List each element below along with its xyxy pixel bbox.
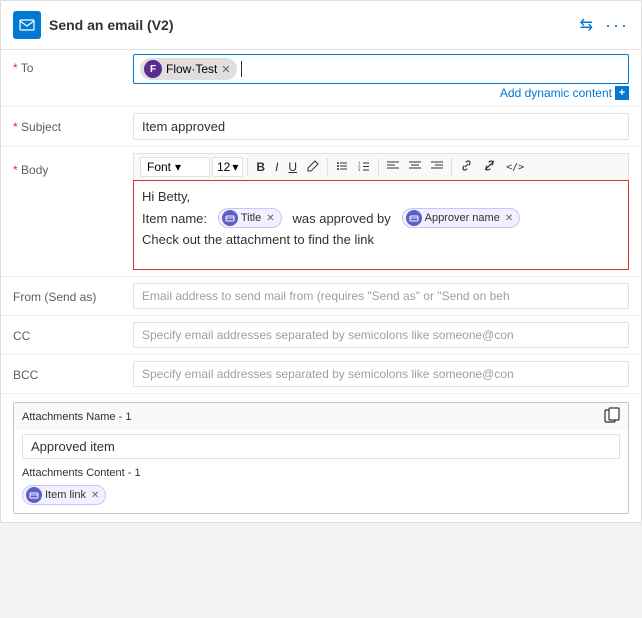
dynamic-content-label: Add dynamic content [500, 86, 612, 100]
card-title: Send an email (V2) [49, 17, 173, 33]
more-options-button[interactable]: ··· [605, 16, 629, 34]
unordered-list-button[interactable] [332, 158, 352, 177]
pen-button[interactable] [303, 158, 323, 177]
item-link-token: Item link ✕ [22, 485, 106, 505]
attachments-section: Attachments Name - 1 Attachments Content… [13, 402, 629, 514]
body-line-1: Hi Betty, [142, 189, 620, 204]
subject-row: Subject [1, 107, 641, 147]
title-token-icon [222, 210, 238, 226]
attachment-name-row [14, 430, 628, 463]
title-token: Title ✕ [218, 208, 282, 228]
title-token-close[interactable]: ✕ [266, 213, 274, 224]
cc-label: CC [13, 322, 133, 343]
cc-row: CC Specify email addresses separated by … [1, 316, 641, 355]
copy-icon[interactable] [604, 407, 620, 426]
cc-field: Specify email addresses separated by sem… [133, 322, 629, 348]
to-input-container[interactable]: F Flow·Test ✕ [133, 54, 629, 84]
dynamic-content-link-row: Add dynamic content + [133, 84, 629, 102]
title-token-label: Title [241, 212, 261, 224]
attachment-header: Attachments Name - 1 [14, 403, 628, 430]
size-label: 12 [217, 160, 230, 174]
align-right-button[interactable] [427, 158, 447, 176]
header-right: ⇆ ··· [580, 15, 629, 35]
from-input[interactable]: Email address to send mail from (require… [133, 283, 629, 309]
to-label-row: To F Flow·Test ✕ Add dynamic content + [13, 54, 629, 102]
font-arrow-icon: ▾ [175, 160, 181, 174]
body-field: Font ▾ 12 ▾ B I U 1.2.3. [133, 153, 629, 270]
to-field: F Flow·Test ✕ Add dynamic content + [133, 54, 629, 102]
bcc-field: Specify email addresses separated by sem… [133, 361, 629, 387]
link-button[interactable] [456, 157, 477, 177]
align-left-button[interactable] [383, 158, 403, 176]
subject-input[interactable] [133, 113, 629, 140]
font-selector[interactable]: Font ▾ [140, 157, 210, 177]
attachment-content-row: Item link ✕ [14, 481, 628, 513]
approver-token-icon [406, 210, 422, 226]
italic-button[interactable]: I [271, 158, 282, 176]
bold-button[interactable]: B [252, 158, 269, 176]
body-line-2: Item name: Title ✕ was approved by [142, 208, 620, 228]
subject-field [133, 113, 629, 140]
from-label: From (Send as) [13, 283, 133, 304]
toolbar-separator-3 [378, 158, 379, 176]
ordered-list-button[interactable]: 1.2.3. [354, 158, 374, 177]
body-label: Body [13, 153, 133, 177]
item-name-text: Item name: [142, 211, 207, 226]
item-link-token-icon [26, 487, 42, 503]
approver-token-label: Approver name [425, 212, 500, 224]
cc-input[interactable]: Specify email addresses separated by sem… [133, 322, 629, 348]
body-row: Body Font ▾ 12 ▾ B I U [1, 147, 641, 277]
body-toolbar: Font ▾ 12 ▾ B I U 1.2.3. [133, 153, 629, 180]
toolbar-separator-1 [247, 158, 248, 176]
bcc-input[interactable]: Specify email addresses separated by sem… [133, 361, 629, 387]
svg-text:3.: 3. [358, 167, 361, 172]
toolbar-separator-4 [451, 158, 452, 176]
bcc-row: BCC Specify email addresses separated by… [1, 355, 641, 394]
approver-token-close[interactable]: ✕ [505, 213, 513, 224]
attachment-name-input[interactable] [22, 434, 620, 459]
approved-by-text: was approved by [292, 211, 390, 226]
body-line-3: Check out the attachment to find the lin… [142, 232, 620, 247]
bcc-label: BCC [13, 361, 133, 382]
send-email-card: Send an email (V2) ⇆ ··· To F Flow·Test … [0, 0, 642, 523]
to-row: To F Flow·Test ✕ Add dynamic content + [1, 50, 641, 107]
from-row: From (Send as) Email address to send mai… [1, 277, 641, 316]
card-header: Send an email (V2) ⇆ ··· [1, 1, 641, 50]
attachment-name-label: Attachments Name - 1 [22, 411, 131, 423]
header-left: Send an email (V2) [13, 11, 173, 39]
item-link-token-close[interactable]: ✕ [91, 490, 99, 501]
from-field: Email address to send mail from (require… [133, 283, 629, 309]
body-content: Hi Betty, Item name: Title ✕ was app [142, 189, 620, 247]
approver-token: Approver name ✕ [402, 208, 521, 228]
tag-text: Flow·Test [166, 62, 217, 76]
tag-close-button[interactable]: ✕ [221, 63, 230, 76]
app-icon [13, 11, 41, 39]
font-label: Font [147, 160, 171, 174]
underline-button[interactable]: U [284, 158, 301, 176]
body-editor[interactable]: Hi Betty, Item name: Title ✕ was app [133, 180, 629, 270]
tag-avatar: F [144, 60, 162, 78]
align-center-button[interactable] [405, 158, 425, 176]
size-arrow-icon: ▾ [232, 160, 238, 174]
code-button[interactable]: </> [502, 160, 528, 175]
to-label: To [13, 54, 133, 75]
font-size-selector[interactable]: 12 ▾ [212, 157, 243, 177]
toolbar-separator-2 [327, 158, 328, 176]
item-link-token-label: Item link [45, 489, 86, 501]
add-dynamic-icon: + [615, 86, 629, 100]
add-dynamic-content-link[interactable]: Add dynamic content + [133, 86, 629, 100]
unlink-button[interactable] [479, 157, 500, 177]
attachment-content-label: Attachments Content - 1 [14, 463, 628, 481]
subject-label: Subject [13, 113, 133, 134]
expand-button[interactable]: ⇆ [580, 15, 593, 35]
to-tag: F Flow·Test ✕ [140, 58, 237, 80]
cursor [241, 61, 242, 77]
